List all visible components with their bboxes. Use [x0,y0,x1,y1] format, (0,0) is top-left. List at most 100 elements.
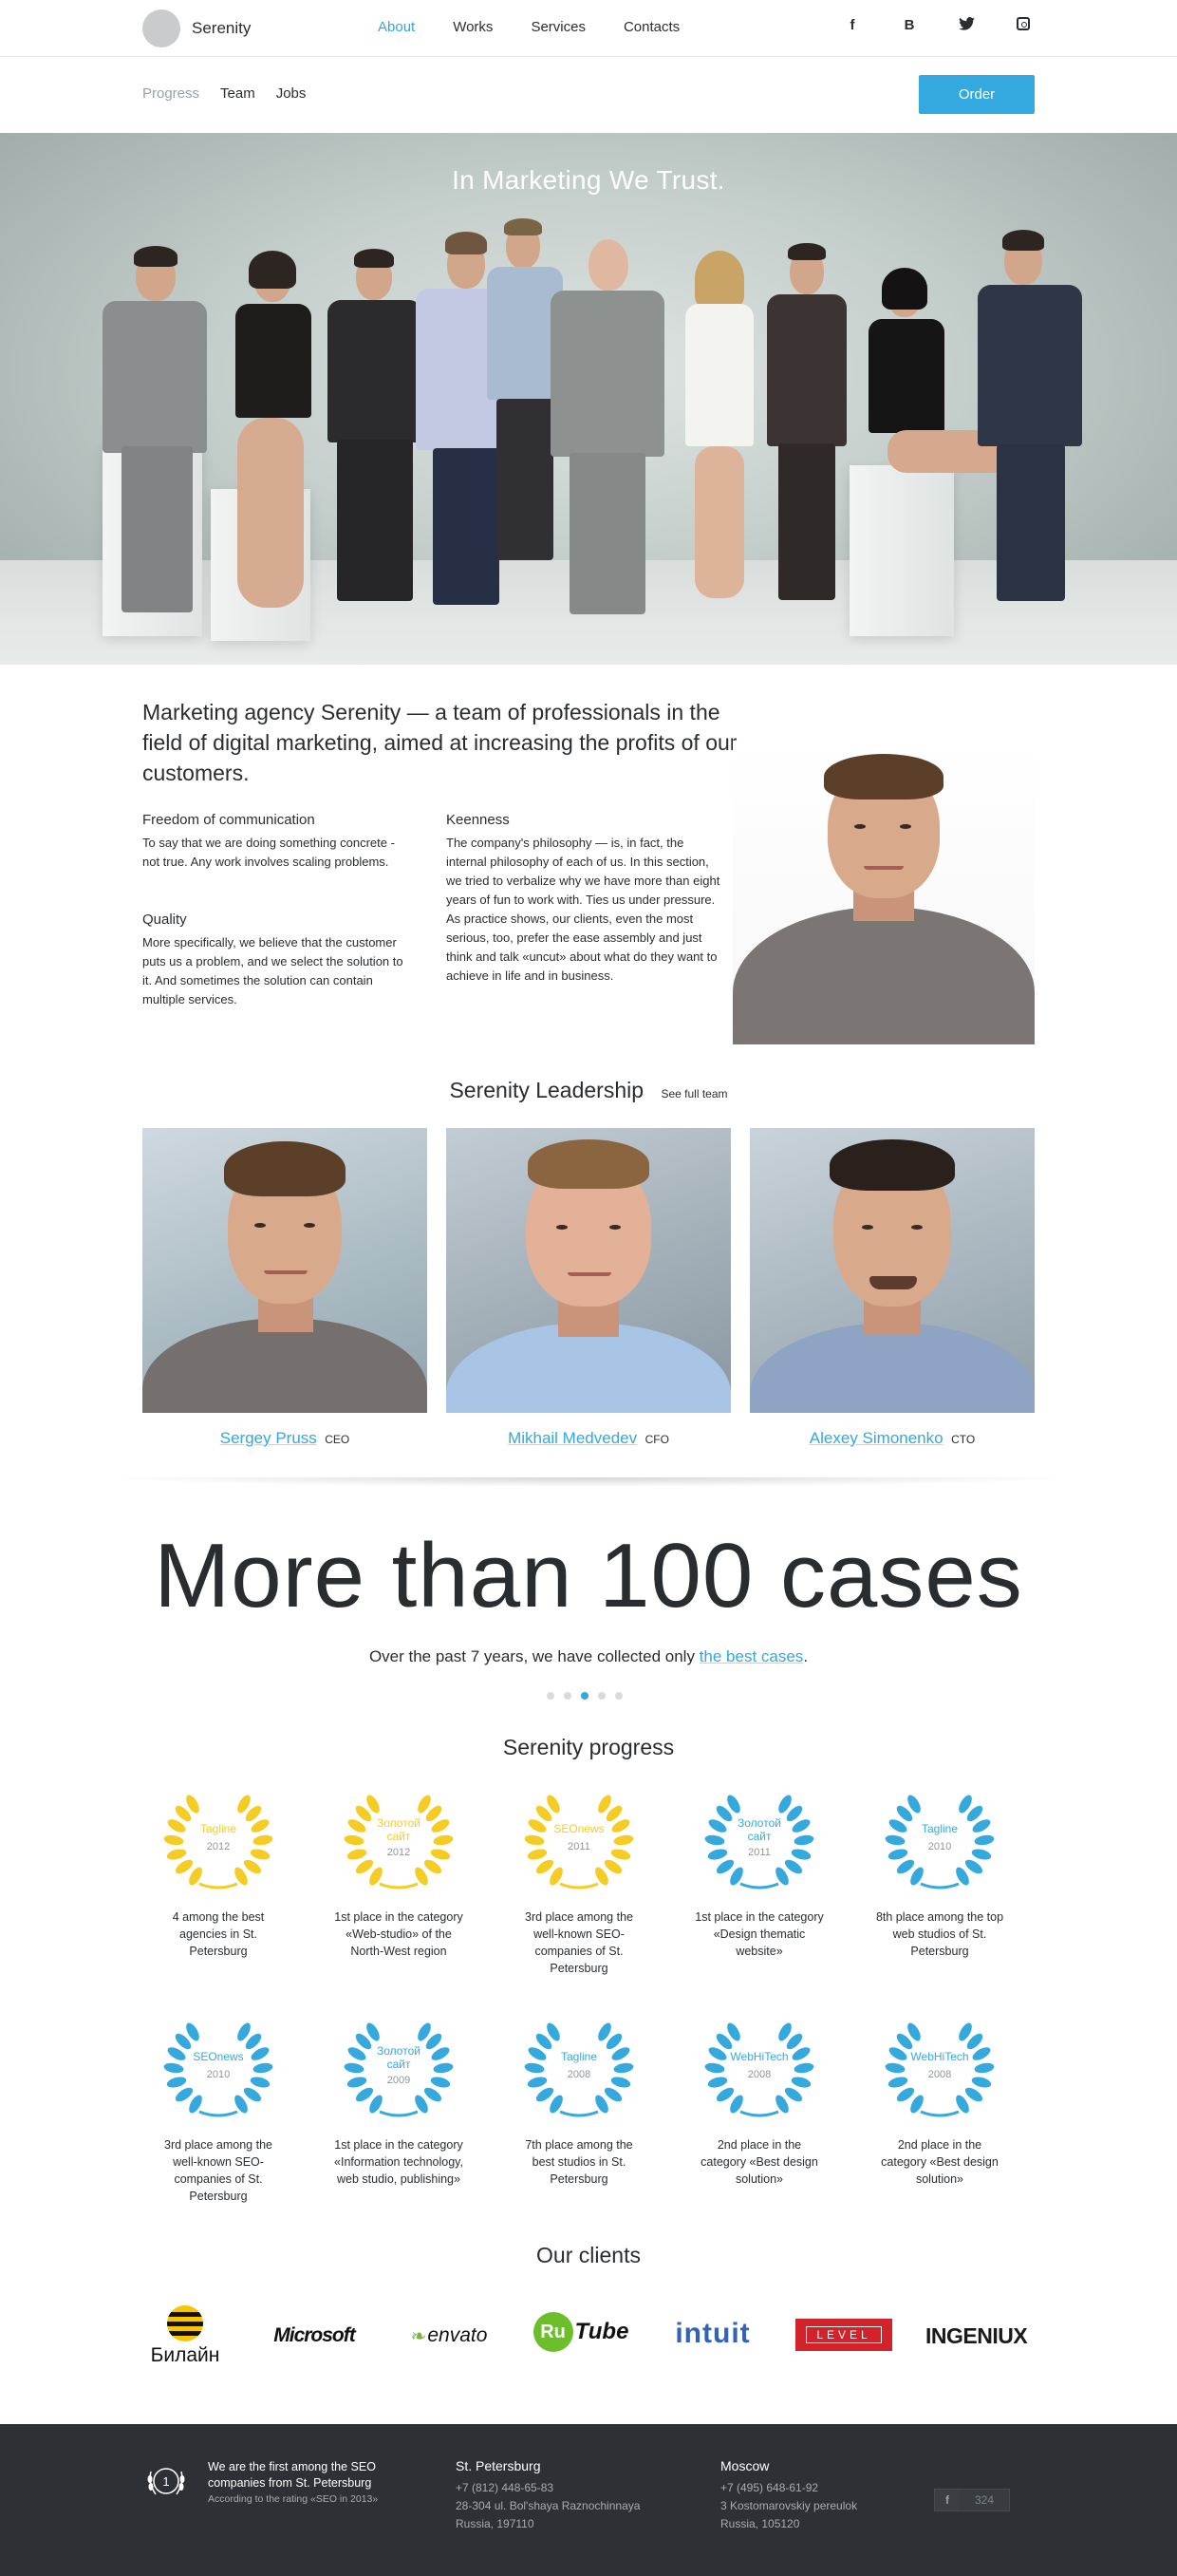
value-block: Freedom of communication To say that we … [142,812,408,872]
hero-title: In Marketing We Trust. [452,165,725,195]
award-year: 2012 [207,1841,230,1852]
award-year: 2012 [387,1847,410,1858]
intro-lead: Marketing agency Serenity — a team of pr… [142,700,738,785]
laurel-badge-icon: 1 [147,2468,185,2495]
leader-photo [446,1128,731,1413]
award-name: Золотой [377,1816,420,1830]
carousel-dot[interactable] [615,1692,623,1700]
top-navigation-bar: Serenity About Works Services Contacts f… [0,0,1177,57]
office-address: 3 Kostomarovskiy pereulok [720,2499,858,2512]
value-text: To say that we are doing something concr… [142,836,395,869]
nav-item-works[interactable]: Works [453,19,493,35]
cases-subtitle-text: Over the past 7 years, we have collected… [368,1647,700,1665]
award-year: 2008 [568,2069,590,2080]
instagram-icon[interactable] [995,17,1052,34]
award-year: 2011 [568,1841,590,1852]
laurel-wreath-icon: Tagline 2008 [524,2022,634,2117]
beeline-icon [167,2305,203,2341]
office-phone[interactable]: +7 (812) 448-65-83 [456,2479,640,2497]
client-logo-envato[interactable]: ❧ envato [397,2317,501,2355]
carousel-dot[interactable] [547,1692,554,1700]
best-cases-link[interactable]: the best cases [700,1647,804,1665]
award-description: 8th place among the top web studios of S… [875,1910,1004,1958]
office-country: Russia, 105120 [720,2517,800,2530]
award-description: 3rd place among the well-known SEO-compa… [525,1910,633,1975]
award-year: 2008 [748,2069,771,2080]
leader-name[interactable]: Alexey Simonenko [810,1429,943,1447]
laurel-wreath-icon: Tagline 2010 [885,1795,995,1890]
client-name: intuit [675,2318,751,2349]
facebook-icon: f [935,2490,960,2510]
laurel-wreath-icon: Золотой сайт 2011 [704,1795,814,1890]
client-name: LEVEL [806,2326,882,2343]
laurel-wreath-icon: SEOnews 2011 [524,1795,634,1890]
carousel-dot[interactable] [581,1692,588,1700]
footer-badge-text: We are the first among the SEO companies… [208,2459,417,2508]
subnav-item-jobs[interactable]: Jobs [276,85,307,102]
award-card: Tagline 2012 4 among the best agencies i… [133,1793,304,1960]
leader-name[interactable]: Sergey Pruss [220,1429,317,1447]
leader-role: CEO [325,1433,350,1446]
award-description: 4 among the best agencies in St. Petersb… [172,1910,265,1958]
footer-office-spb: St. Petersburg +7 (812) 448-65-83 28-304… [456,2458,640,2533]
section-divider [95,1477,1082,1487]
laurel-wreath-icon: WebHiTech 2008 [885,2022,995,2117]
value-block: Quality More specifically, we believe th… [142,912,408,1009]
about-section: Marketing agency Serenity — a team of pr… [0,665,1177,1044]
leader-photo [142,1128,427,1413]
award-description: 2nd place in the category «Best design s… [701,2138,818,2186]
logo-text: Serenity [192,19,252,37]
see-full-team-link[interactable]: See full team [661,1087,727,1100]
award-card: Tagline 2010 8th place among the top web… [854,1793,1025,1960]
nav-item-about[interactable]: About [378,19,415,35]
award-name: WebHiTech [910,2050,968,2063]
award-card: WebHiTech 2008 2nd place in the category… [674,2021,845,2188]
main-navigation: About Works Services Contacts [378,19,718,35]
client-name: envato [427,2324,488,2346]
award-card: Tagline 2008 7th place among the best st… [494,2021,664,2188]
footer-office-moscow: Moscow +7 (495) 648-61-92 3 Kostomarovsk… [720,2458,857,2533]
featured-portrait [733,741,1035,1044]
leader-card: Mikhail Medvedev CFO [446,1128,731,1448]
hero-podium [850,465,954,636]
facebook-like-widget[interactable]: f 324 [934,2489,1010,2511]
office-city: St. Petersburg [456,2458,541,2473]
laurel-wreath-icon: Золотой сайт 2012 [344,1795,454,1890]
award-card: SEOnews 2011 3rd place among the well-kn… [494,1793,664,1977]
nav-item-services[interactable]: Services [531,19,586,35]
facebook-icon[interactable]: f [824,17,881,34]
subnav-item-team[interactable]: Team [220,85,255,102]
award-name: Tagline [561,2050,597,2063]
vkontakte-icon[interactable]: B [881,17,938,34]
client-logo-rutube[interactable]: Ru Tube [528,2309,634,2355]
client-logo-microsoft[interactable]: Microsoft [262,2317,366,2355]
leader-photo [750,1128,1035,1413]
social-links: f B [824,17,1052,34]
award-description: 1st place in the category «Information t… [334,2138,463,2186]
office-city: Moscow [720,2458,770,2473]
client-name: INGENIUX [925,2322,1028,2348]
leader-name[interactable]: Mikhail Medvedev [508,1429,637,1447]
client-logo-level[interactable]: LEVEL [795,2319,892,2351]
nav-item-contacts[interactable]: Contacts [624,19,680,35]
order-button[interactable]: Order [919,75,1035,114]
client-logo-beeline[interactable]: Билайн [142,2303,228,2369]
carousel-pagination [547,1692,623,1700]
carousel-dot[interactable] [564,1692,571,1700]
twitter-icon[interactable] [938,17,995,34]
logo[interactable]: Serenity [142,9,251,47]
client-logo-intuit[interactable]: intuit [661,2313,765,2355]
office-phone[interactable]: +7 (495) 648-61-92 [720,2479,857,2497]
carousel-dot[interactable] [598,1692,606,1700]
client-logo-ingeniux[interactable]: INGENIUX [925,2317,1030,2355]
laurel-wreath-icon: SEOnews 2010 [163,2022,273,2117]
footer: 1 We are the first among the SEO compani… [0,2424,1177,2576]
value-text: More specifically, we believe that the c… [142,935,403,1006]
award-year: 2010 [928,1841,951,1852]
client-name: Tube [574,2319,629,2344]
award-name: Tagline [200,1822,236,1835]
award-description: 1st place in the category «Web-studio» o… [334,1910,463,1958]
subnav-item-progress[interactable]: Progress [142,85,199,102]
rutube-icon: Ru [532,2312,573,2352]
value-title: Freedom of communication [142,812,315,828]
